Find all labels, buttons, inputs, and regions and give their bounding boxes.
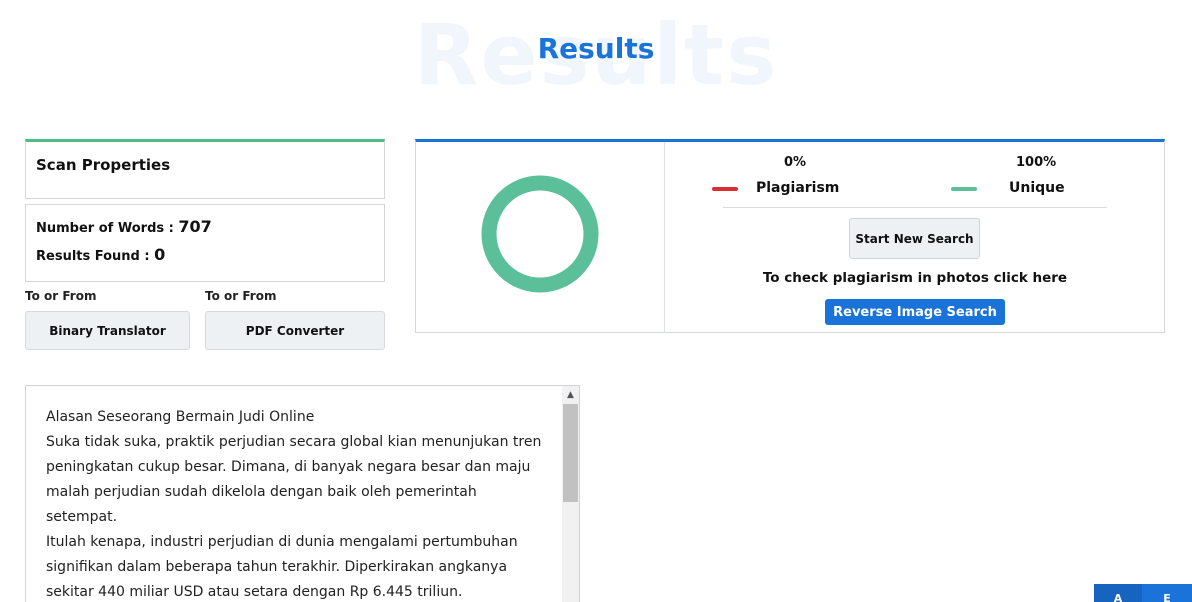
text-line: sekitar 440 miliar USD atau setara denga… <box>46 584 463 600</box>
text-line: setempat. <box>46 509 118 525</box>
scan-properties-heading: Scan Properties <box>36 156 171 174</box>
scanned-text-content: Alasan Seseorang Bermain Judi Online Suk… <box>46 405 546 602</box>
text-line: signifikan dalam beberapa tahun terakhir… <box>46 559 508 575</box>
corner-widget[interactable]: A E <box>1094 584 1192 602</box>
page-title: Results <box>537 32 655 65</box>
pdf-converter-caption: To or From <box>205 289 277 303</box>
plagiarism-legend-swatch <box>712 187 738 191</box>
photo-plagiarism-note: To check plagiarism in photos click here <box>762 270 1068 286</box>
word-count-value: 707 <box>178 217 212 236</box>
horizontal-divider <box>723 207 1107 208</box>
results-found-label: Results Found : <box>36 249 155 264</box>
corner-widget-item-2[interactable]: E <box>1143 584 1191 602</box>
donut-unique-ring <box>481 175 599 293</box>
result-summary-card: 0% 100% Plagiarism Unique Start New Sear… <box>415 139 1165 333</box>
results-found-row: Results Found : 0 <box>36 245 165 264</box>
text-line: Suka tidak suka, praktik perjudian secar… <box>46 434 542 450</box>
plagiarism-percent: 0% <box>784 155 807 170</box>
start-new-search-button[interactable]: Start New Search <box>849 218 980 259</box>
pdf-converter-button[interactable]: PDF Converter <box>205 311 385 350</box>
unique-legend-label: Unique <box>1009 180 1065 196</box>
unique-percent: 100% <box>1016 155 1057 170</box>
result-donut-chart <box>481 175 599 293</box>
text-line: Itulah kenapa, industri perjudian di dun… <box>46 534 518 550</box>
unique-legend-swatch <box>951 187 977 191</box>
text-line: peningkatan cukup besar. Dimana, di bany… <box>46 459 531 475</box>
scroll-thumb[interactable] <box>563 404 578 502</box>
corner-widget-item-1[interactable]: A <box>1094 584 1142 602</box>
text-line: Alasan Seseorang Bermain Judi Online <box>46 409 315 425</box>
reverse-image-search-button[interactable]: Reverse Image Search <box>825 299 1005 325</box>
page: Results Results Scan Properties Number o… <box>0 0 1192 602</box>
scanned-text-box[interactable]: Alasan Seseorang Bermain Judi Online Suk… <box>25 385 580 602</box>
scroll-up-arrow-icon[interactable]: ▲ <box>562 386 579 403</box>
scan-properties-card: Scan Properties <box>25 139 385 199</box>
word-count-row: Number of Words : 707 <box>36 217 212 236</box>
binary-translator-caption: To or From <box>25 289 97 303</box>
results-found-value: 0 <box>154 245 166 264</box>
word-count-label: Number of Words : <box>36 221 179 236</box>
text-scrollbar[interactable]: ▲ <box>562 386 579 602</box>
scan-stats-card: Number of Words : 707 Results Found : 0 <box>25 204 385 282</box>
binary-translator-button[interactable]: Binary Translator <box>25 311 190 350</box>
plagiarism-legend-label: Plagiarism <box>756 180 840 196</box>
text-line: malah perjudian sudah dikelola dengan ba… <box>46 484 477 500</box>
vertical-divider <box>664 142 665 333</box>
